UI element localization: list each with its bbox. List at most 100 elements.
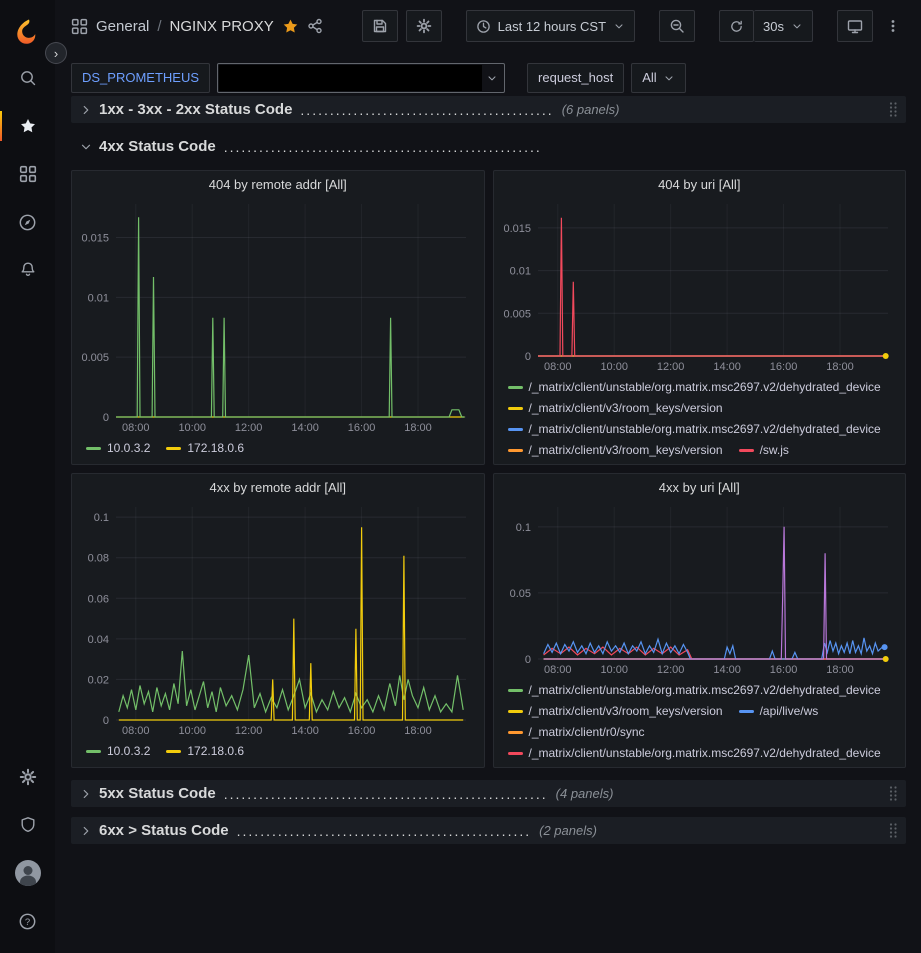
sidebar-item-configuration[interactable] (0, 753, 55, 801)
legend-item[interactable]: 172.18.0.6 (166, 439, 244, 458)
sidebar-item-dashboards[interactable] (0, 150, 55, 198)
row-header-6xx[interactable]: 6xx > Status Code ......................… (71, 817, 906, 844)
main-area: › General / NGINX PROXY Last 12 hours CS… (55, 0, 921, 953)
apps-grid-icon (19, 165, 37, 183)
timeseries-plot: 08:0010:0012:0014:0016:0018:0000.0050.01… (498, 198, 902, 376)
panel-chart[interactable]: 08:0010:0012:0014:0016:0018:0000.050.1 (498, 501, 902, 679)
refresh-group: 30s (719, 10, 813, 42)
panel-404-by-remote-addr: 404 by remote addr [All] 08:00 10:00 12:00… (71, 170, 485, 465)
legend-item[interactable]: 172.18.0.6 (166, 742, 244, 761)
panel-title[interactable]: 4xx by uri [All] (494, 474, 906, 501)
chevron-down-icon (613, 20, 625, 32)
legend-item[interactable]: /_matrix/client/unstable/org.matrix.msc2… (508, 744, 881, 763)
request-host-value-dropdown[interactable]: All (631, 63, 685, 93)
timeseries-plot: 08:0010:0012:0014:0016:0018:0000.050.1 (498, 501, 902, 679)
legend-item[interactable]: /_matrix/client/unstable/org.matrix.msc2… (508, 420, 881, 439)
time-range-label: Last 12 hours CST (498, 19, 606, 34)
grafana-logo[interactable] (13, 10, 43, 54)
panel-legend: 10.0.3.2 172.18.0.6 (72, 437, 484, 464)
sidebar-item-profile[interactable] (0, 849, 55, 897)
svg-text:0.005: 0.005 (81, 352, 109, 364)
cycle-view-mode-button[interactable] (837, 10, 873, 42)
chevron-right-icon (79, 787, 93, 801)
more-options-button[interactable] (881, 10, 905, 42)
share-icon[interactable] (307, 18, 323, 34)
svg-text:14:00: 14:00 (291, 725, 319, 737)
variable-label-ds-prometheus[interactable]: DS_PROMETHEUS (71, 63, 210, 93)
row-title: 5xx Status Code (99, 785, 216, 802)
panel-title[interactable]: 404 by remote addr [All] (72, 171, 484, 198)
svg-text:10:00: 10:00 (178, 422, 206, 434)
sidebar-item-alerting[interactable] (0, 246, 55, 294)
zoom-out-time-button[interactable] (659, 10, 695, 42)
breadcrumb-folder[interactable]: General (96, 18, 149, 35)
svg-text:12:00: 12:00 (235, 725, 263, 737)
favorite-star-icon[interactable] (282, 18, 299, 35)
search-icon (19, 69, 37, 87)
row-header-1xx-3xx-2xx[interactable]: 1xx - 3xx - 2xx Status Code ............… (71, 96, 906, 123)
legend-item[interactable]: 10.0.3.2 (86, 439, 150, 458)
drag-handle-icon (888, 101, 898, 118)
legend-item[interactable]: /_matrix/client/r0/sync (508, 723, 645, 742)
panel-chart[interactable]: 08:0010:0012:0014:0016:0018:0000.0050.01… (498, 198, 902, 376)
sidebar-item-search[interactable] (0, 54, 55, 102)
refresh-interval-picker[interactable]: 30s (754, 10, 813, 42)
row-4xx-panels: 404 by remote addr [All] 08:0010:0012:00… (71, 170, 906, 768)
row-drag-handle[interactable] (888, 822, 898, 839)
svg-text:16:00: 16:00 (348, 422, 376, 434)
legend-item[interactable]: 10.0.3.2 (86, 742, 150, 761)
svg-text:0.05: 0.05 (509, 588, 530, 600)
sidebar-item-starred[interactable] (0, 102, 55, 150)
row-panel-count: (6 panels) (562, 102, 620, 117)
ds-prometheus-value-dropdown[interactable] (217, 63, 505, 93)
panel-chart[interactable]: 08:0010:0012:0014:0016:0018:0000.020.040… (76, 501, 480, 740)
chevron-down-icon (663, 72, 675, 84)
dashboard-settings-button[interactable] (406, 10, 442, 42)
panel-chart[interactable]: 08:0010:0012:0014:0016:0018:0000.0050.01… (76, 198, 480, 437)
svg-text:0.015: 0.015 (503, 223, 531, 235)
clock-icon (476, 19, 491, 34)
avatar (15, 860, 41, 886)
legend-item[interactable]: /_matrix/client/unstable/org.matrix.msc2… (508, 681, 881, 700)
kebab-menu-icon (885, 18, 901, 34)
request-host-label: request_host (538, 70, 613, 85)
legend-item[interactable]: /_matrix/client/v3/room_keys/version (508, 702, 723, 721)
svg-text:0.015: 0.015 (81, 233, 109, 245)
legend-item[interactable]: /api/live/ws (739, 702, 819, 721)
legend-item[interactable]: /_matrix/client/unstable/org.matrix.msc2… (508, 378, 881, 397)
sidebar-expand-button[interactable]: › (45, 42, 67, 64)
help-icon: ? (18, 912, 37, 931)
legend-item[interactable]: /sw.js (739, 441, 789, 460)
chevron-down-icon (791, 20, 803, 32)
panel-legend: 10.0.3.2 172.18.0.6 (72, 740, 484, 767)
svg-text:12:00: 12:00 (235, 422, 263, 434)
row-header-4xx[interactable]: 4xx Status Code ........................… (71, 133, 906, 160)
row-header-5xx[interactable]: 5xx Status Code ........................… (71, 780, 906, 807)
panel-title[interactable]: 4xx by remote addr [All] (72, 474, 484, 501)
gear-icon (416, 18, 432, 34)
row-panel-count: (4 panels) (556, 786, 614, 801)
refresh-button[interactable] (719, 10, 754, 42)
row-title-dots: ........................................… (300, 102, 553, 118)
sidebar-item-explore[interactable] (0, 198, 55, 246)
time-range-picker[interactable]: Last 12 hours CST (466, 10, 635, 42)
panel-title[interactable]: 404 by uri [All] (494, 171, 906, 198)
row-drag-handle[interactable] (888, 785, 898, 802)
legend-item[interactable]: /_matrix/client/v3/room_keys/version (508, 441, 723, 460)
svg-text:0.02: 0.02 (88, 674, 109, 686)
variables-row: DS_PROMETHEUS request_host All (55, 52, 921, 96)
sidebar-item-server-admin[interactable] (0, 801, 55, 849)
svg-text:10:00: 10:00 (600, 361, 628, 373)
svg-text:0: 0 (103, 715, 109, 727)
variable-label-request-host[interactable]: request_host (527, 63, 624, 93)
save-dashboard-button[interactable] (362, 10, 398, 42)
legend-item[interactable]: /_matrix/client/v3/room_keys/version (508, 399, 723, 418)
svg-text:08:00: 08:00 (122, 422, 150, 434)
page-title[interactable]: NGINX PROXY (170, 18, 274, 35)
sidebar-item-help[interactable]: ? (0, 897, 55, 945)
svg-text:08:00: 08:00 (122, 725, 150, 737)
dashboard-header: General / NGINX PROXY Last 12 hours CST (55, 0, 921, 52)
chevron-down-icon (486, 72, 498, 84)
svg-text:08:00: 08:00 (543, 361, 571, 373)
row-drag-handle[interactable] (888, 101, 898, 118)
